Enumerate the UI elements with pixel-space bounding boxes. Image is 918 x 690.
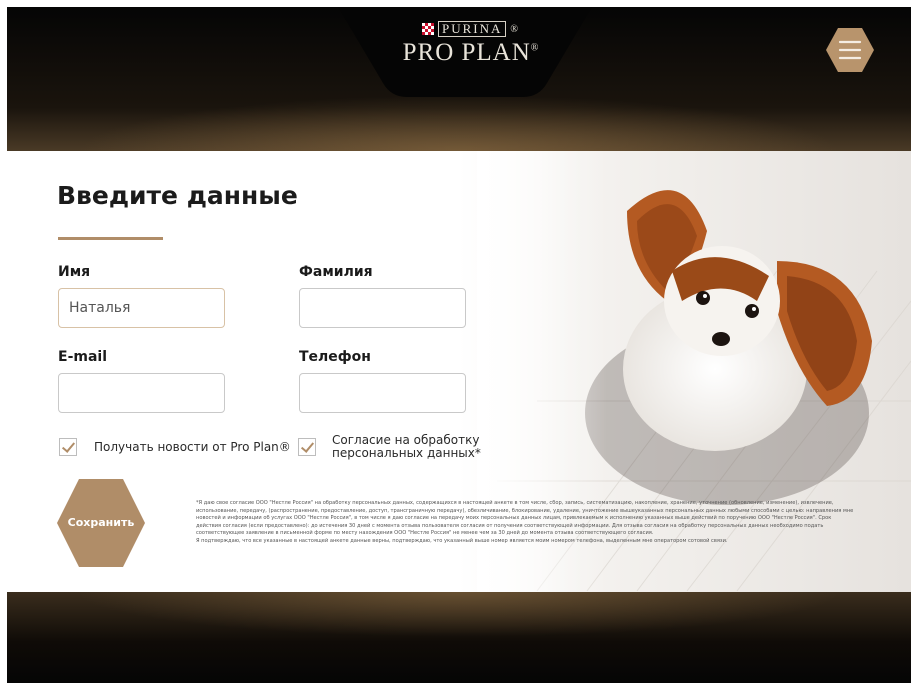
header: PURINA ® PRO PLAN® (7, 7, 911, 151)
email-input[interactable] (58, 373, 225, 413)
purina-logo: PURINA ® (391, 21, 551, 37)
checkerboard-icon (421, 23, 434, 35)
title-underline (58, 237, 163, 240)
save-button[interactable] (55, 477, 147, 569)
form-panel: Введите данные Имя Фамилия E-mail Телефо… (7, 151, 911, 592)
proplan-wordmark: PRO PLAN® (402, 39, 540, 66)
news-checkbox-label: Получать новости от Pro Plan® (94, 440, 291, 454)
app-frame: PURINA ® PRO PLAN® Введите данные Имя На… (7, 7, 911, 683)
last-name-input[interactable] (299, 288, 466, 328)
brand-logo[interactable]: PURINA ® PRO PLAN® (391, 21, 551, 67)
consent-checkbox-label: Согласие на обработку персональных данны… (332, 433, 481, 460)
consent-checkbox[interactable] (298, 438, 316, 456)
menu-button[interactable] (825, 27, 875, 73)
page-title: Введите данные (57, 181, 298, 210)
phone-input[interactable] (299, 373, 466, 413)
purina-wordmark: PURINA (437, 21, 507, 37)
phone-label: Телефон (299, 349, 371, 365)
first-name-input[interactable] (58, 288, 225, 328)
email-label: E-mail (58, 349, 108, 365)
legal-text: *Я даю свое согласие ООО "Нестле Россия"… (196, 500, 854, 544)
footer-band (7, 592, 911, 683)
last-name-label: Фамилия (299, 264, 373, 280)
first-name-label: Имя (58, 264, 91, 280)
news-checkbox[interactable] (59, 438, 77, 456)
